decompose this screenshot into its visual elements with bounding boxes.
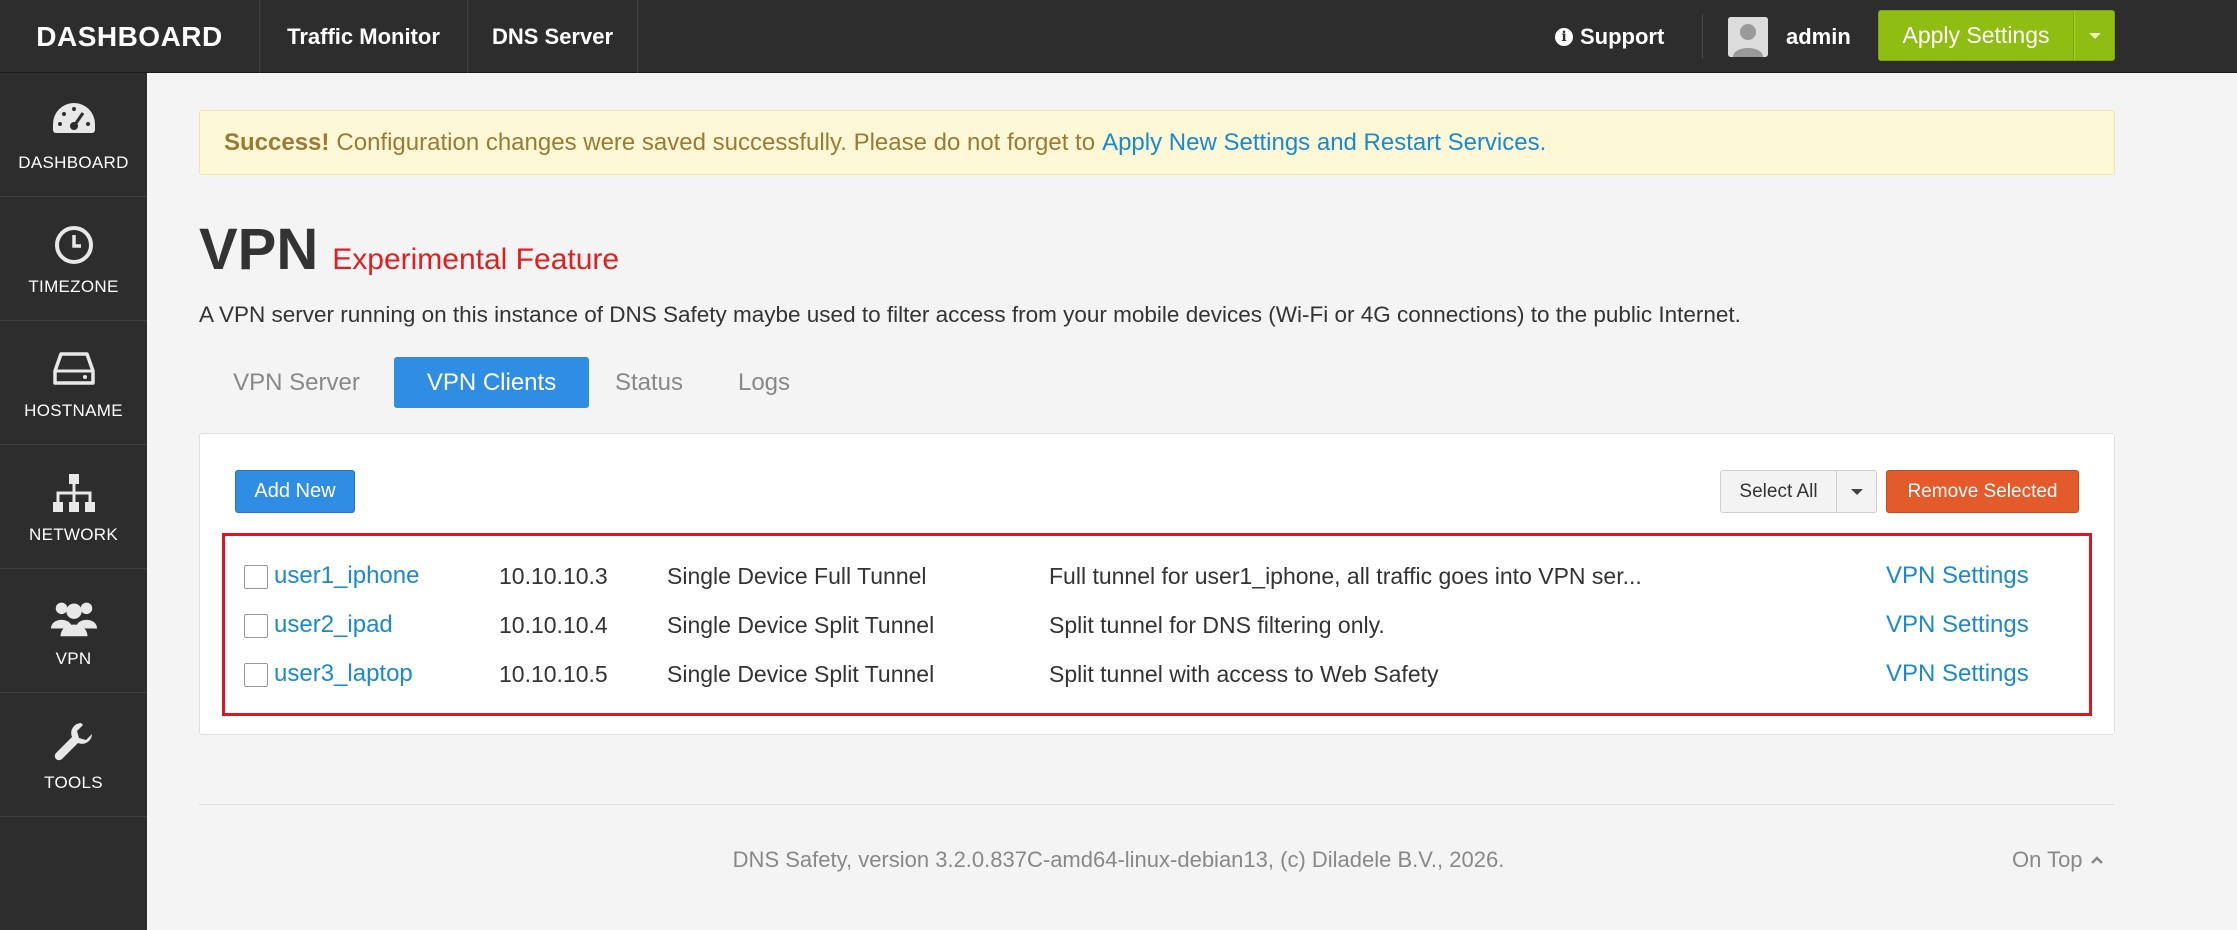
avatar[interactable] (1728, 17, 1768, 57)
sidebar-item-label: TOOLS (44, 772, 103, 792)
alert-text: Configuration changes were saved success… (336, 128, 1096, 156)
apply-settings-dropdown[interactable] (2074, 10, 2115, 61)
client-ip: 10.10.10.3 (499, 562, 608, 589)
select-all-button[interactable]: Select All (1720, 470, 1837, 513)
apply-restart-link[interactable]: Apply New Settings and Restart Services. (1102, 129, 1546, 157)
sidebar-item-dashboard[interactable]: DASHBOARD (0, 73, 147, 197)
client-ip: 10.10.10.5 (499, 660, 608, 687)
tab-logs[interactable]: Logs (709, 357, 819, 408)
add-new-button[interactable]: Add New (235, 470, 355, 513)
support-label: Support (1580, 23, 1665, 49)
vpn-settings-link[interactable]: VPN Settings (1886, 556, 2029, 596)
support-link[interactable]: i Support (1555, 0, 1664, 73)
apply-settings-button[interactable]: Apply Settings (1878, 10, 2074, 61)
sidebar-item-tools[interactable]: TOOLS (0, 693, 147, 817)
caret-down-icon (2088, 32, 2101, 39)
experimental-label: Experimental Feature (332, 243, 620, 276)
client-name-link[interactable]: user3_laptop (274, 654, 413, 694)
on-top-link[interactable]: On Top (2012, 847, 2103, 873)
client-type: Single Device Split Tunnel (667, 660, 935, 687)
chevron-up-icon (2090, 856, 2103, 864)
client-description: Full tunnel for user1_iphone, all traffi… (1049, 562, 1642, 589)
row-checkbox[interactable] (244, 614, 268, 638)
client-ip: 10.10.10.4 (499, 611, 608, 638)
success-alert: Success! Configuration changes were save… (199, 110, 2115, 175)
page-heading: VPN (199, 217, 319, 282)
tab-vpn-server[interactable]: VPN Server (199, 357, 394, 408)
client-name-link[interactable]: user1_iphone (274, 556, 419, 596)
user-name[interactable]: admin (1786, 0, 1851, 73)
row-checkbox[interactable] (244, 663, 268, 687)
topbar-divider (1702, 14, 1703, 59)
wrench-icon (50, 717, 98, 765)
row-checkbox[interactable] (244, 565, 268, 589)
clock-icon (50, 221, 98, 269)
sidebar-item-label: TIMEZONE (28, 276, 119, 296)
sidebar-item-network[interactable]: NETWORK (0, 445, 147, 569)
page-description: A VPN server running on this instance of… (199, 302, 1741, 327)
table-row: user1_iphone 10.10.10.3 Single Device Fu… (0, 556, 2237, 596)
footer-divider (199, 804, 2115, 805)
nav-traffic-monitor[interactable]: Traffic Monitor (260, 0, 468, 73)
dashboard-icon (50, 97, 98, 145)
sidebar-item-timezone[interactable]: TIMEZONE (0, 197, 147, 321)
sidebar: DASHBOARD TIMEZONE HOSTNAME NETWORK VPN … (0, 73, 147, 930)
sidebar-item-label: DASHBOARD (18, 152, 129, 172)
brand-logo[interactable]: DASHBOARD (0, 0, 260, 73)
harddrive-icon (50, 345, 98, 393)
sidebar-item-label: NETWORK (29, 524, 118, 544)
alert-strong: Success! (224, 128, 330, 156)
sidebar-item-label: HOSTNAME (24, 400, 123, 420)
caret-down-icon (1850, 488, 1863, 495)
info-icon: i (1555, 27, 1573, 46)
top-navbar: DASHBOARD Traffic Monitor DNS Server i S… (0, 0, 2237, 73)
page-title: VPN Experimental Feature (199, 216, 619, 283)
tab-status[interactable]: Status (589, 357, 709, 408)
client-description: Split tunnel for DNS filtering only. (1049, 611, 1385, 638)
sidebar-item-hostname[interactable]: HOSTNAME (0, 321, 147, 445)
client-description: Split tunnel with access to Web Safety (1049, 660, 1439, 687)
nav-dns-server[interactable]: DNS Server (468, 0, 638, 73)
remove-selected-button[interactable]: Remove Selected (1886, 470, 2079, 513)
client-name-link[interactable]: user2_ipad (274, 605, 393, 645)
table-row: user2_ipad 10.10.10.4 Single Device Spli… (0, 605, 2237, 645)
client-type: Single Device Full Tunnel (667, 562, 927, 589)
footer-version: DNS Safety, version 3.2.0.837C-amd64-lin… (732, 847, 1505, 872)
on-top-label: On Top (2012, 847, 2083, 872)
tab-vpn-clients[interactable]: VPN Clients (394, 357, 589, 408)
table-row: user3_laptop 10.10.10.5 Single Device Sp… (0, 654, 2237, 694)
network-icon (50, 469, 98, 517)
client-type: Single Device Split Tunnel (667, 611, 935, 638)
vpn-settings-link[interactable]: VPN Settings (1886, 605, 2029, 645)
select-all-dropdown[interactable] (1837, 470, 1877, 513)
vpn-settings-link[interactable]: VPN Settings (1886, 654, 2029, 694)
